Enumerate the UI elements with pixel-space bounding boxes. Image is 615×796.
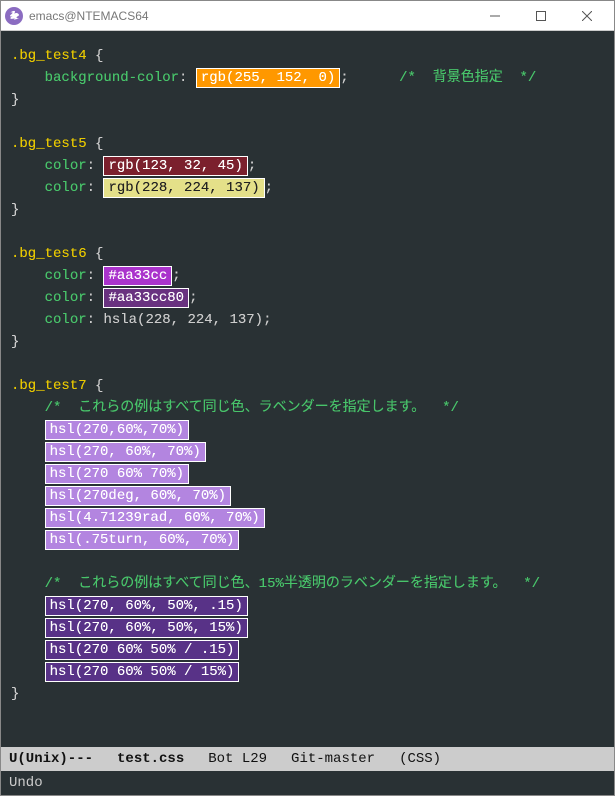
color-swatch: rgb(228, 224, 137) — [103, 178, 264, 198]
modeline-position: Bot L29 — [208, 751, 267, 767]
css-comment: /* これらの例はすべて同じ色、ラベンダーを指定します。 */ — [45, 400, 459, 416]
css-property: color — [45, 158, 87, 174]
css-property: color — [45, 312, 87, 328]
app-icon — [5, 7, 23, 25]
css-selector: .bg_test6 — [11, 246, 87, 262]
css-property: color — [45, 290, 87, 306]
window-controls — [472, 1, 610, 30]
close-button[interactable] — [564, 1, 610, 30]
color-swatch: hsl(270, 60%, 50%, .15) — [45, 596, 248, 616]
css-selector: .bg_test5 — [11, 136, 87, 152]
color-swatch: hsl(270 60% 50% / .15) — [45, 640, 240, 660]
color-swatch: hsl(270, 60%, 70%) — [45, 442, 206, 462]
minibuffer-text: Undo — [9, 775, 43, 791]
css-selector: .bg_test4 — [11, 48, 87, 64]
titlebar: emacs@NTEMACS64 — [1, 1, 614, 31]
css-property: color — [45, 180, 87, 196]
color-swatch: rgb(123, 32, 45) — [103, 156, 247, 176]
minimize-button[interactable] — [472, 1, 518, 30]
emacs-window: emacs@NTEMACS64 .bg_test4 { background-c… — [0, 0, 615, 796]
css-selector: .bg_test7 — [11, 378, 87, 394]
window-title: emacs@NTEMACS64 — [29, 9, 472, 23]
color-swatch: hsl(.75turn, 60%, 70%) — [45, 530, 240, 550]
css-value: hsla(228, 224, 137); — [103, 312, 271, 328]
css-comment: /* 背景色指定 */ — [399, 70, 536, 86]
css-comment: /* これらの例はすべて同じ色、15%半透明のラベンダーを指定します。 */ — [45, 576, 540, 592]
editor-buffer[interactable]: .bg_test4 { background-color: rgb(255, 1… — [1, 31, 614, 747]
modeline-mode: (CSS) — [399, 751, 441, 767]
css-property: background-color — [45, 70, 179, 86]
modeline[interactable]: U(Unix)--- test.css Bot L29 Git-master (… — [1, 747, 614, 771]
color-swatch: hsl(4.71239rad, 60%, 70%) — [45, 508, 265, 528]
color-swatch: hsl(270, 60%, 50%, 15%) — [45, 618, 248, 638]
modeline-filename: test.css — [117, 751, 184, 767]
maximize-button[interactable] — [518, 1, 564, 30]
color-swatch: #aa33cc80 — [103, 288, 189, 308]
color-swatch: rgb(255, 152, 0) — [196, 68, 340, 88]
color-swatch: #aa33cc — [103, 266, 172, 286]
minibuffer[interactable]: Undo — [1, 771, 614, 795]
css-property: color — [45, 268, 87, 284]
modeline-coding: U(Unix)--- — [9, 751, 93, 767]
color-swatch: hsl(270deg, 60%, 70%) — [45, 486, 231, 506]
modeline-vc: Git-master — [291, 751, 375, 767]
color-swatch: hsl(270,60%,70%) — [45, 420, 189, 440]
color-swatch: hsl(270 60% 50% / 15%) — [45, 662, 240, 682]
color-swatch: hsl(270 60% 70%) — [45, 464, 189, 484]
